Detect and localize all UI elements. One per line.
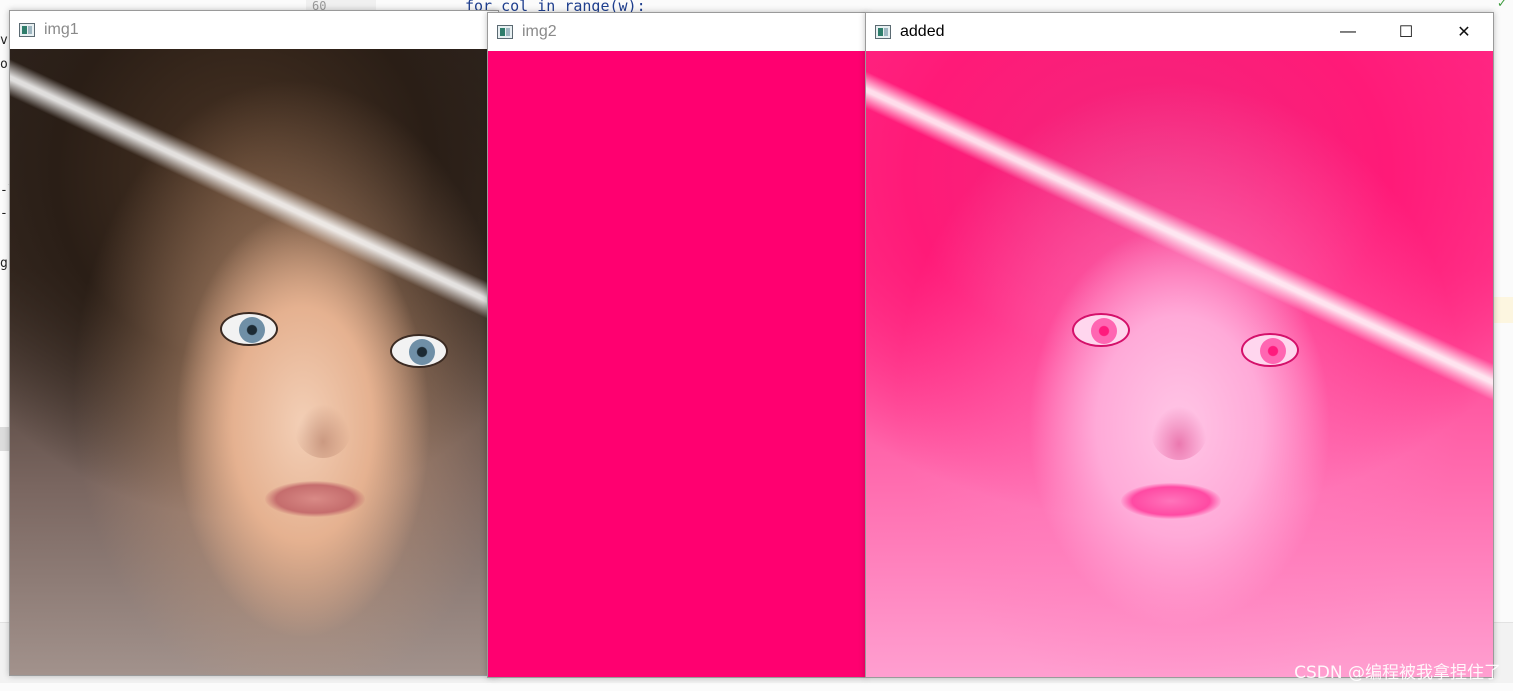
maximize-button[interactable]: ☐ [1377, 13, 1435, 51]
nose [295, 404, 351, 458]
eye [1241, 333, 1299, 367]
eye [1072, 313, 1130, 347]
mouth [1121, 483, 1221, 519]
window-title: added [900, 23, 945, 40]
titlebar[interactable]: img1 [10, 11, 498, 49]
app-icon [497, 25, 513, 39]
app-icon [875, 25, 891, 39]
window-img2[interactable]: img2 [487, 12, 867, 678]
titlebar[interactable]: img2 [488, 13, 866, 51]
current-line-highlight [1493, 297, 1513, 323]
code-fragment: g [0, 256, 8, 271]
maximize-icon: ☐ [1398, 24, 1414, 41]
minimize-button[interactable]: — [1319, 13, 1377, 51]
image-canvas[interactable] [866, 51, 1493, 677]
csdn-watermark: CSDN @编程被我拿捏住了 [1294, 663, 1501, 683]
nose [1151, 406, 1207, 460]
eye [390, 334, 448, 368]
image-canvas[interactable] [488, 51, 866, 677]
window-title: img2 [522, 23, 557, 40]
close-button[interactable]: ✕ [1435, 13, 1493, 51]
titlebar[interactable]: added — ☐ ✕ [866, 13, 1493, 51]
close-icon: ✕ [1457, 24, 1471, 41]
window-controls: — ☐ ✕ [1319, 13, 1493, 51]
window-added[interactable]: added — ☐ ✕ [865, 12, 1494, 678]
light-streak [866, 71, 1493, 407]
app-icon [19, 23, 35, 37]
minimize-icon: — [1340, 23, 1356, 40]
check-icon: ✓ [1496, 0, 1507, 10]
window-title: img1 [44, 21, 79, 38]
mouth [265, 481, 365, 517]
eye [220, 312, 278, 346]
image-canvas[interactable] [10, 49, 498, 675]
window-img1[interactable]: img1 [9, 10, 499, 676]
